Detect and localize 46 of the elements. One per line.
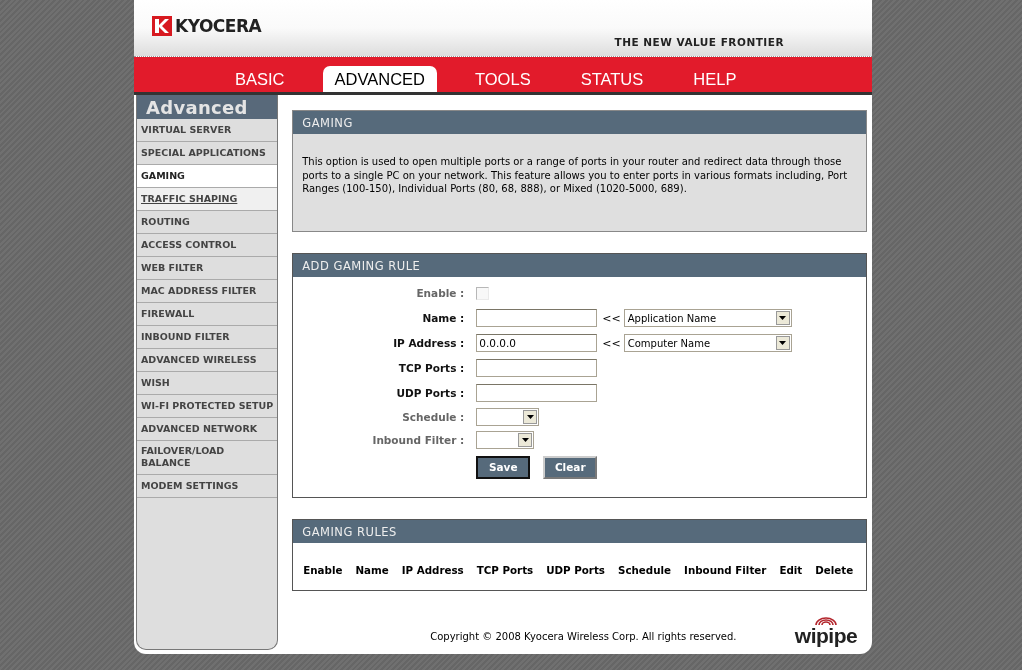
dropdown[interactable]: Computer Name xyxy=(623,334,792,352)
sidebar-title: Advanced xyxy=(137,95,278,119)
description-text: This option is used to open multiple ports or a range of ports in your router and redirect data through those ports to a single PC on your network. This feature allows you to enter ports in various formats including, Port Ranges (100-150), Individual Ports (80, 68, 888), or Mixed (1020-5000, 689). xyxy=(302,155,849,196)
save-button[interactable]: Save xyxy=(476,455,531,479)
copy-arrow: << xyxy=(602,311,621,325)
copyright-text: Copyright © 2008 Kyocera Wireless Corp. All rights reserved. xyxy=(430,630,737,642)
nav-tab[interactable]: STATUS xyxy=(568,66,656,92)
section-title: ADD GAMING RULE xyxy=(293,253,867,277)
column-header: Delete xyxy=(815,563,854,576)
input-field[interactable] xyxy=(476,384,598,402)
dropdown[interactable] xyxy=(476,408,540,426)
column-header: UDP Ports xyxy=(546,563,605,576)
column-header: Schedule xyxy=(618,563,672,576)
column-header: IP Address xyxy=(401,563,464,576)
dropdown[interactable]: Application Name xyxy=(623,309,792,327)
column-header: TCP Ports xyxy=(476,563,534,576)
field-label: TCP Ports : xyxy=(397,362,466,374)
dropdown[interactable] xyxy=(476,431,535,449)
nav-tab[interactable]: BASIC xyxy=(223,66,297,92)
field-label: Enable : xyxy=(415,287,466,299)
sidebar-item[interactable]: GAMING xyxy=(137,165,278,188)
column-header: Name xyxy=(355,563,389,576)
wipipe-logo-text: wipipe xyxy=(794,625,858,646)
tagline: THE NEW VALUE FRONTIER xyxy=(614,36,784,48)
input-field[interactable] xyxy=(476,359,598,377)
input-field[interactable]: 0.0.0.0 xyxy=(476,334,598,352)
column-header: Enable xyxy=(303,563,343,576)
section-title: GAMING xyxy=(293,111,867,134)
input-field[interactable] xyxy=(476,309,598,327)
field-label: UDP Ports : xyxy=(395,387,466,399)
field-label: IP Address : xyxy=(392,337,466,349)
clear-button[interactable]: Clear xyxy=(543,455,598,479)
nav-tab[interactable]: TOOLS xyxy=(463,66,543,92)
logo-text: KYOCERA xyxy=(175,16,262,36)
column-header: Edit xyxy=(779,563,803,576)
logo-icon xyxy=(152,16,172,36)
field-label: Schedule : xyxy=(401,411,466,423)
field-label: Name : xyxy=(421,312,466,324)
sidebar-item[interactable]: TRAFFIC SHAPING xyxy=(137,188,278,211)
column-header: Inbound Filter xyxy=(684,563,767,576)
signal-arcs-icon xyxy=(814,615,838,626)
field-label: Inbound Filter : xyxy=(371,434,466,446)
section-title: GAMING RULES xyxy=(293,519,867,543)
nav-tab[interactable]: ADVANCED xyxy=(322,66,437,92)
nav-tab[interactable]: HELP xyxy=(681,66,749,92)
copy-arrow: << xyxy=(602,336,621,350)
